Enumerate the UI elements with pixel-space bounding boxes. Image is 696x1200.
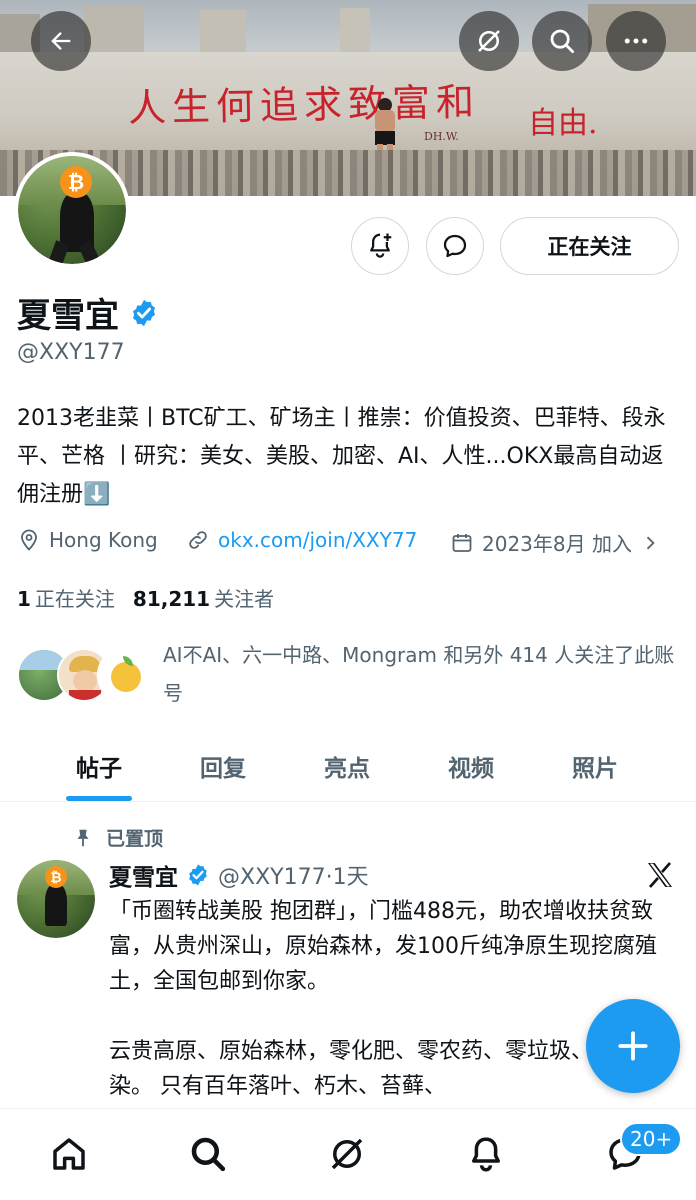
- pin-icon: [77, 829, 89, 846]
- bell-icon: [472, 1137, 500, 1172]
- follower-avatar: [97, 648, 151, 702]
- messages-badge: 20+: [620, 1122, 683, 1156]
- search-icon: [550, 29, 574, 53]
- followers-label: 关注者: [214, 587, 275, 611]
- profile-name-row: 夏雪宜: [17, 288, 159, 337]
- following-count: 1: [17, 587, 31, 611]
- grok-icon: [478, 30, 500, 52]
- verified-badge-icon[interactable]: [129, 298, 159, 328]
- location-text: Hong Kong: [49, 528, 158, 552]
- website-item[interactable]: okx.com/join/XXY77: [186, 528, 417, 552]
- profile-bio: 2013老韭菜丨BTC矿工、矿场主丨推崇：价值投资、巴菲特、段永平、芒格 丨研究…: [17, 406, 666, 507]
- tab-posts[interactable]: 帖子: [37, 730, 161, 801]
- avatar-photo: ₿: [18, 156, 126, 264]
- pinned-label: 已置顶: [106, 828, 164, 850]
- profile-name: 夏雪宜: [17, 296, 119, 336]
- verified-badge-icon: [189, 864, 207, 886]
- tab-highlights[interactable]: 亮点: [285, 730, 409, 801]
- link-icon: [189, 531, 207, 549]
- location-pin-icon: [21, 529, 37, 551]
- following-button[interactable]: 正在关注: [500, 217, 679, 275]
- post-author-avatar[interactable]: ₿: [17, 860, 95, 938]
- bell-plus-icon: [370, 233, 392, 258]
- post-avatar-photo: ₿: [17, 860, 95, 938]
- chat-bubble-icon: [443, 234, 467, 258]
- post-header: 夏雪宜 @XXY177·1天: [109, 858, 369, 892]
- tab-photos[interactable]: 照片: [533, 730, 657, 801]
- profile-avatar[interactable]: ₿: [14, 152, 130, 268]
- following-label: 正在关注: [34, 587, 115, 611]
- more-icon: [624, 38, 648, 44]
- joined-item[interactable]: 2023年8月 加入: [450, 528, 660, 557]
- back-arrow-icon: [51, 32, 71, 50]
- banner-signature: DH.W.: [424, 130, 459, 143]
- search-icon: [191, 1137, 226, 1172]
- nav-home[interactable]: [44, 1129, 94, 1179]
- x-logo-icon: [648, 862, 672, 888]
- nav-grok[interactable]: [322, 1129, 372, 1179]
- post-author-name[interactable]: 夏雪宜: [109, 858, 178, 892]
- calendar-icon: [452, 533, 472, 552]
- joined-text: 2023年8月 加入: [482, 532, 632, 556]
- pinned-label-row: 已置顶: [72, 824, 163, 851]
- following-stat[interactable]: 1 正在关注: [17, 583, 115, 612]
- nav-notifications[interactable]: [461, 1129, 511, 1179]
- bitcoin-icon: ₿: [60, 166, 92, 198]
- banner-slogan: 人生何追求致富和: [127, 79, 481, 131]
- notify-button[interactable]: [351, 217, 409, 275]
- message-button[interactable]: [426, 217, 484, 275]
- tab-videos[interactable]: 视频: [409, 730, 533, 801]
- bottom-nav: [0, 1108, 696, 1200]
- grok-icon: [331, 1138, 363, 1170]
- chevron-right-icon: [646, 536, 655, 549]
- followed-by-text: AI不AI、六一中路、Mongram 和另外 414 人关注了此账号: [163, 643, 675, 705]
- profile-handle: @XXY177: [17, 340, 125, 365]
- profile-tabs: 帖子 回复 亮点 视频 照片: [0, 730, 696, 802]
- compose-button[interactable]: [586, 999, 680, 1093]
- back-button[interactable]: [31, 11, 91, 71]
- followed-by-row[interactable]: AI不AI、六一中路、Mongram 和另外 414 人关注了此账号: [17, 636, 677, 716]
- website-link[interactable]: okx.com/join/XXY77: [218, 528, 417, 552]
- post-handle-time: @XXY177·1天: [218, 865, 369, 890]
- follow-stats: 1 正在关注 81,211 关注者: [17, 583, 274, 612]
- banner-ruin-chimney: [340, 8, 370, 58]
- followers-stat[interactable]: 81,211 关注者: [133, 583, 274, 612]
- tab-replies[interactable]: 回复: [161, 730, 285, 801]
- plus-icon: [618, 1031, 648, 1061]
- search-button[interactable]: [532, 11, 592, 71]
- followers-count: 81,211: [132, 587, 211, 611]
- more-button[interactable]: [606, 11, 666, 71]
- banner-slogan-end: 自由.: [528, 106, 598, 141]
- location-item: Hong Kong: [17, 528, 158, 552]
- home-icon: [53, 1138, 85, 1170]
- grok-button[interactable]: [459, 11, 519, 71]
- bitcoin-icon: ₿: [45, 866, 67, 888]
- nav-search[interactable]: [183, 1129, 233, 1179]
